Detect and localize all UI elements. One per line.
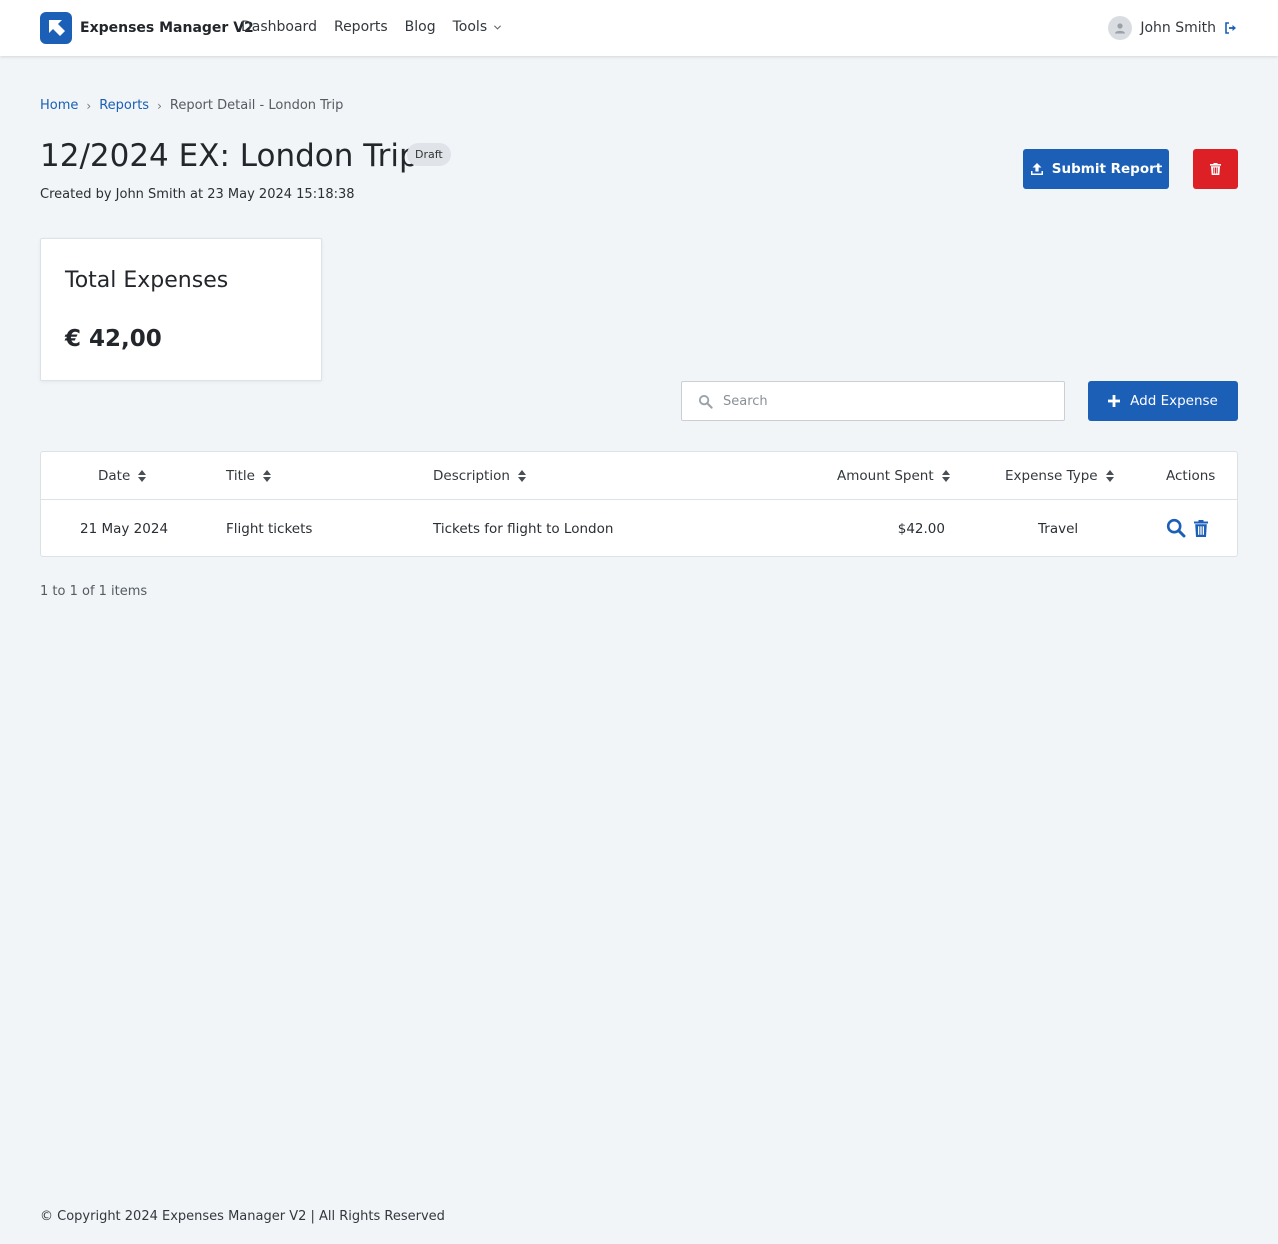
trash-icon xyxy=(1210,163,1221,175)
breadcrumb-reports[interactable]: Reports xyxy=(99,98,149,113)
nav-blog[interactable]: Blog xyxy=(405,19,436,35)
expenses-table: Date Title Description Amount Spent Expe… xyxy=(40,451,1238,557)
nav-reports[interactable]: Reports xyxy=(334,19,388,35)
breadcrumb: Home › Reports › Report Detail - London … xyxy=(40,98,343,113)
upload-icon xyxy=(1030,163,1043,175)
nav-dashboard[interactable]: Dashboard xyxy=(241,19,317,35)
search-box xyxy=(681,381,1065,421)
column-header-label: Description xyxy=(433,468,510,484)
breadcrumb-separator: › xyxy=(86,98,92,113)
column-header-amount-spent[interactable]: Amount Spent xyxy=(837,468,950,484)
footer-copyright: © Copyright 2024 Expenses Manager V2 | A… xyxy=(40,1209,445,1224)
user-avatar-icon xyxy=(1108,16,1133,40)
brand[interactable]: Expenses Manager V2 xyxy=(40,12,254,44)
column-header-expense-type[interactable]: Expense Type xyxy=(1005,468,1114,484)
total-expenses-label: Total Expenses xyxy=(65,268,229,293)
search-input[interactable] xyxy=(723,383,1064,419)
pagination-summary: 1 to 1 of 1 items xyxy=(40,584,148,599)
created-by-text: Created by John Smith at 23 May 2024 15:… xyxy=(40,187,355,202)
page-title: 12/2024 EX: London Trip xyxy=(40,138,419,174)
add-expense-label: Add Expense xyxy=(1130,393,1218,409)
app-logo-icon xyxy=(40,12,72,44)
sort-icon xyxy=(262,470,271,482)
top-navbar: Expenses Manager V2 Dashboard Reports Bl… xyxy=(0,0,1278,56)
cell-title: Flight tickets xyxy=(226,521,313,537)
sort-icon xyxy=(1105,470,1114,482)
plus-icon xyxy=(1108,395,1121,407)
breadcrumb-current: Report Detail - London Trip xyxy=(169,98,344,113)
delete-report-button[interactable] xyxy=(1193,149,1238,189)
total-expenses-value: € 42,00 xyxy=(65,326,162,352)
column-header-label: Amount Spent xyxy=(837,468,934,484)
nav-tools-label: Tools xyxy=(452,19,488,35)
column-header-label: Date xyxy=(98,468,131,484)
column-header-label: Expense Type xyxy=(1005,468,1098,484)
column-header-label: Title xyxy=(226,468,255,484)
submit-report-button[interactable]: Submit Report xyxy=(1023,149,1169,189)
app-name: Expenses Manager V2 xyxy=(80,20,254,36)
table-header-divider xyxy=(41,499,1237,500)
cell-description: Tickets for flight to London xyxy=(433,521,614,537)
status-badge: Draft xyxy=(407,143,451,166)
logout-icon[interactable] xyxy=(1224,21,1238,35)
delete-expense-trash-icon[interactable] xyxy=(1194,519,1208,537)
sort-icon xyxy=(517,470,526,482)
total-expenses-card: Total Expenses € 42,00 xyxy=(40,238,322,381)
row-actions xyxy=(1166,518,1208,538)
column-header-description[interactable]: Description xyxy=(433,468,526,484)
user-menu[interactable]: John Smith xyxy=(1108,16,1238,40)
chevron-down-icon xyxy=(494,24,502,30)
sort-icon xyxy=(941,470,950,482)
cell-date: 21 May 2024 xyxy=(80,521,169,537)
column-header-title[interactable]: Title xyxy=(226,468,271,484)
cell-expense-type: Travel xyxy=(1038,521,1079,537)
column-header-label: Actions xyxy=(1166,468,1216,484)
view-expense-search-icon[interactable] xyxy=(1166,518,1186,538)
breadcrumb-home[interactable]: Home xyxy=(40,98,78,113)
breadcrumb-separator: › xyxy=(157,98,162,113)
search-icon xyxy=(698,394,713,409)
main-nav: Dashboard Reports Blog Tools xyxy=(241,19,502,35)
cell-amount: $42.00 xyxy=(897,521,945,537)
submit-report-label: Submit Report xyxy=(1051,161,1163,177)
add-expense-button[interactable]: Add Expense xyxy=(1088,381,1238,421)
nav-tools-dropdown[interactable]: Tools xyxy=(453,19,503,35)
column-header-actions: Actions xyxy=(1166,468,1215,484)
sort-icon xyxy=(138,470,147,482)
user-name: John Smith xyxy=(1140,20,1216,36)
column-header-date[interactable]: Date xyxy=(98,468,147,484)
